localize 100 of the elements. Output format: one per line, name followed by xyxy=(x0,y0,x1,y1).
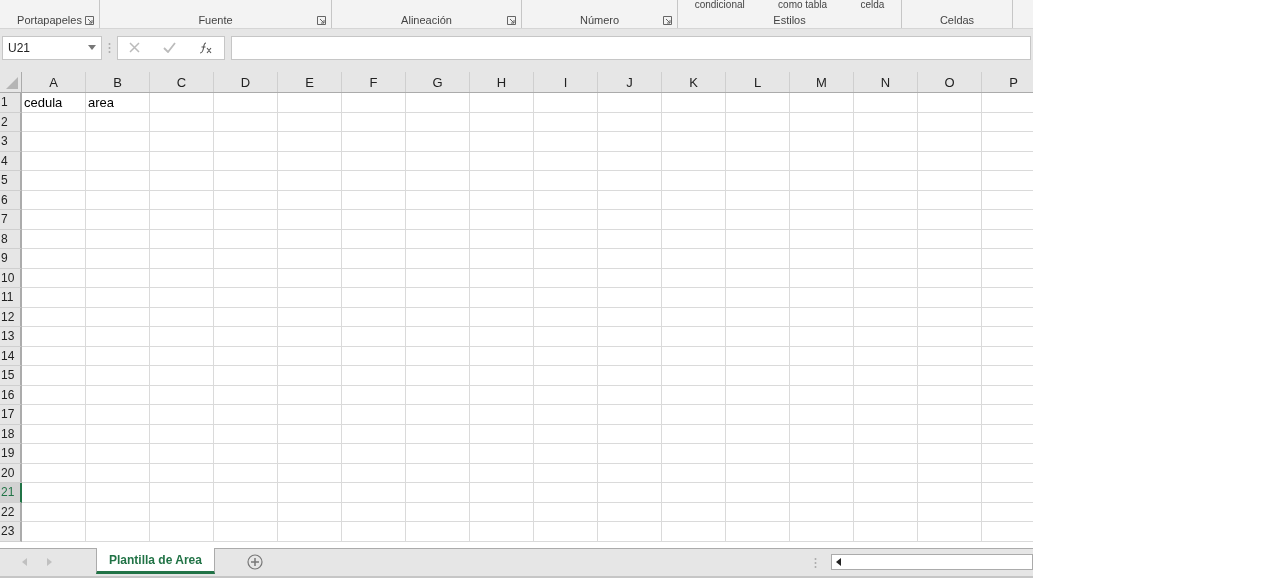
table-cell[interactable] xyxy=(406,151,470,171)
table-cell[interactable] xyxy=(726,112,790,132)
table-cell[interactable] xyxy=(726,405,790,425)
table-cell[interactable] xyxy=(342,132,406,152)
table-cell[interactable] xyxy=(534,288,598,308)
column-header[interactable]: B xyxy=(86,72,150,92)
table-cell[interactable] xyxy=(534,366,598,386)
table-cell[interactable] xyxy=(470,132,534,152)
table-cell[interactable] xyxy=(662,502,726,522)
table-cell[interactable] xyxy=(150,366,214,386)
table-cell[interactable] xyxy=(214,249,278,269)
table-cell[interactable] xyxy=(790,112,854,132)
table-cell[interactable] xyxy=(598,268,662,288)
table-cell[interactable] xyxy=(790,151,854,171)
table-cell[interactable] xyxy=(342,385,406,405)
column-header[interactable]: M xyxy=(790,72,854,92)
table-cell[interactable] xyxy=(918,346,982,366)
table-cell[interactable] xyxy=(150,268,214,288)
table-cell[interactable] xyxy=(726,463,790,483)
table-cell[interactable] xyxy=(918,112,982,132)
horizontal-scrollbar[interactable] xyxy=(831,554,1033,570)
table-cell[interactable] xyxy=(598,210,662,230)
table-cell[interactable] xyxy=(278,463,342,483)
table-cell[interactable] xyxy=(662,93,726,113)
table-cell[interactable] xyxy=(278,151,342,171)
table-cell[interactable] xyxy=(470,346,534,366)
table-cell[interactable] xyxy=(150,522,214,542)
table-cell[interactable] xyxy=(598,444,662,464)
table-cell[interactable] xyxy=(470,229,534,249)
table-cell[interactable] xyxy=(406,444,470,464)
table-cell[interactable] xyxy=(726,288,790,308)
table-cell[interactable] xyxy=(854,268,918,288)
table-cell[interactable] xyxy=(790,171,854,191)
table-cell[interactable] xyxy=(150,151,214,171)
table-cell[interactable] xyxy=(406,288,470,308)
row-header[interactable]: 7 xyxy=(0,210,22,230)
table-cell[interactable] xyxy=(214,502,278,522)
table-cell[interactable] xyxy=(662,444,726,464)
add-sheet-icon[interactable] xyxy=(246,554,263,570)
table-cell[interactable] xyxy=(470,463,534,483)
table-cell[interactable] xyxy=(854,171,918,191)
table-cell[interactable] xyxy=(214,268,278,288)
table-cell[interactable] xyxy=(86,171,150,191)
table-cell[interactable] xyxy=(406,463,470,483)
table-cell[interactable] xyxy=(22,424,86,444)
table-cell[interactable] xyxy=(726,366,790,386)
table-cell[interactable] xyxy=(854,483,918,503)
table-cell[interactable] xyxy=(854,327,918,347)
table-cell[interactable] xyxy=(534,151,598,171)
table-cell[interactable] xyxy=(342,463,406,483)
table-cell[interactable] xyxy=(406,327,470,347)
table-cell[interactable] xyxy=(150,132,214,152)
table-cell[interactable] xyxy=(470,171,534,191)
table-cell[interactable] xyxy=(22,307,86,327)
table-cell[interactable] xyxy=(150,463,214,483)
column-header[interactable]: F xyxy=(342,72,406,92)
table-cell[interactable] xyxy=(598,249,662,269)
table-cell[interactable] xyxy=(22,249,86,269)
table-cell[interactable] xyxy=(342,346,406,366)
table-cell[interactable] xyxy=(918,385,982,405)
table-cell[interactable] xyxy=(918,190,982,210)
table-cell[interactable] xyxy=(406,366,470,386)
table-cell[interactable] xyxy=(278,112,342,132)
table-cell[interactable] xyxy=(918,93,982,113)
table-cell[interactable] xyxy=(918,463,982,483)
table-cell[interactable] xyxy=(278,288,342,308)
table-cell[interactable] xyxy=(22,210,86,230)
table-cell[interactable] xyxy=(342,229,406,249)
table-cell[interactable] xyxy=(790,249,854,269)
table-cell[interactable] xyxy=(790,268,854,288)
table-cell[interactable] xyxy=(598,385,662,405)
table-cell[interactable] xyxy=(918,210,982,230)
table-cell[interactable] xyxy=(406,112,470,132)
table-cell[interactable] xyxy=(278,327,342,347)
table-cell[interactable] xyxy=(918,171,982,191)
table-cell[interactable] xyxy=(470,307,534,327)
column-header[interactable]: H xyxy=(470,72,534,92)
table-cell[interactable] xyxy=(534,132,598,152)
column-header[interactable]: C xyxy=(150,72,214,92)
row-header[interactable]: 16 xyxy=(0,385,22,405)
function-icon[interactable] xyxy=(198,41,213,54)
table-cell[interactable] xyxy=(534,483,598,503)
table-cell[interactable] xyxy=(790,405,854,425)
table-cell[interactable] xyxy=(22,483,86,503)
close-icon[interactable] xyxy=(129,42,141,53)
table-cell[interactable] xyxy=(726,346,790,366)
table-cell[interactable] xyxy=(86,405,150,425)
table-cell[interactable] xyxy=(342,522,406,542)
ribbon-button-label[interactable]: celda xyxy=(860,0,885,10)
table-cell[interactable] xyxy=(150,307,214,327)
table-cell[interactable]: cedula xyxy=(22,93,86,113)
table-cell[interactable] xyxy=(278,190,342,210)
table-cell[interactable] xyxy=(854,346,918,366)
row-header[interactable]: 15 xyxy=(0,366,22,386)
table-cell[interactable] xyxy=(342,502,406,522)
table-cell[interactable] xyxy=(470,93,534,113)
table-cell[interactable] xyxy=(662,249,726,269)
table-cell[interactable] xyxy=(342,268,406,288)
table-cell[interactable] xyxy=(470,151,534,171)
table-cell[interactable] xyxy=(86,483,150,503)
